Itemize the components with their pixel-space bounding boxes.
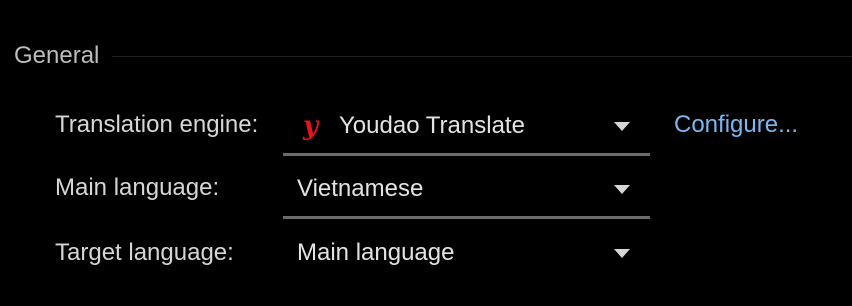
youdao-logo-icon: y [303,111,319,141]
chevron-down-icon [614,185,630,194]
section-divider [112,56,852,57]
main-language-dropdown[interactable]: Vietnamese [283,159,650,219]
main-language-value: Vietnamese [297,175,424,202]
target-language-dropdown[interactable]: Main language [283,223,650,283]
chevron-down-icon [614,249,630,258]
translation-engine-dropdown[interactable]: y Youdao Translate [283,96,650,156]
main-language-label: Main language: [55,174,220,201]
translation-engine-label: Translation engine: [55,111,259,138]
chevron-down-icon [614,122,630,131]
dropdown-underline [283,153,650,156]
dropdown-underline [283,216,650,219]
configure-link[interactable]: Configure... [674,111,798,139]
section-title-general: General [14,42,100,69]
target-language-value: Main language [297,239,455,266]
translation-engine-value-text: Youdao Translate [339,112,525,139]
target-language-label: Target language: [55,239,234,266]
translation-engine-value: y Youdao Translate [297,112,525,140]
